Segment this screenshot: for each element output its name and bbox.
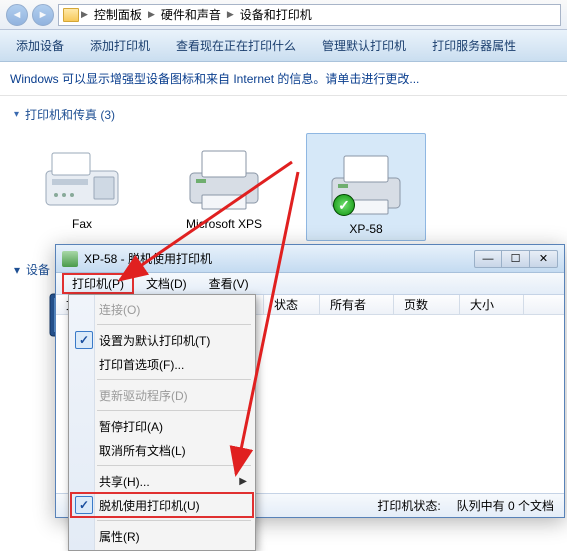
crumb-devices-printers[interactable]: 设备和打印机 — [236, 5, 316, 25]
maximize-button[interactable]: ☐ — [502, 250, 530, 268]
col-owner[interactable]: 所有者 — [320, 295, 394, 314]
cmd-add-device[interactable]: 添加设备 — [16, 37, 64, 54]
menu-pause[interactable]: 暂停打印(A) — [71, 414, 253, 438]
folder-icon — [63, 8, 79, 22]
menu-bar: 打印机(P) 文档(D) 查看(V) — [56, 273, 564, 295]
fax-icon — [40, 143, 124, 213]
collapse-icon: ▾ — [14, 263, 20, 277]
window-titlebar[interactable]: XP-58 - 脱机使用打印机 ― ☐ ✕ — [56, 245, 564, 273]
device-label: XP-58 — [307, 222, 425, 236]
breadcrumb[interactable]: ▶ 控制面板 ▶ 硬件和声音 ▶ 设备和打印机 — [58, 4, 561, 26]
explorer-navbar: ◄ ► ▶ 控制面板 ▶ 硬件和声音 ▶ 设备和打印机 — [0, 0, 567, 30]
cmd-print-server-props[interactable]: 打印服务器属性 — [432, 37, 516, 54]
collapse-icon: ▾ — [14, 109, 19, 120]
menu-update-driver: 更新驱动程序(D) — [71, 383, 253, 407]
chevron-icon: ▶ — [148, 9, 155, 20]
menu-set-default[interactable]: ✓ 设置为默认打印机(T) — [71, 328, 253, 352]
col-status[interactable]: 状态 — [264, 295, 320, 314]
window-title: XP-58 - 脱机使用打印机 — [84, 250, 468, 267]
menu-view[interactable]: 查看(V) — [199, 273, 259, 294]
section-title: 打印机和传真 (3) — [25, 106, 115, 123]
device-xp58[interactable]: ✓ XP-58 — [306, 133, 426, 241]
device-label: Fax — [22, 217, 142, 231]
col-pages[interactable]: 页数 — [394, 295, 460, 314]
device-label: Microsoft XPS — [164, 217, 284, 231]
command-bar: 添加设备 添加打印机 查看现在正在打印什么 管理默认打印机 打印服务器属性 — [0, 30, 567, 62]
section-title: 设备 — [26, 261, 50, 278]
printer-dropdown-menu: 连接(O) ✓ 设置为默认打印机(T) 打印首选项(F)... 更新驱动程序(D… — [68, 294, 256, 551]
menu-share[interactable]: 共享(H)... ▶ — [71, 469, 253, 493]
cmd-see-printing[interactable]: 查看现在正在打印什么 — [176, 37, 296, 54]
close-button[interactable]: ✕ — [530, 250, 558, 268]
menu-use-offline[interactable]: ✓ 脱机使用打印机(U) — [71, 493, 253, 517]
menu-cancel-all[interactable]: 取消所有文档(L) — [71, 438, 253, 462]
menu-connect: 连接(O) — [71, 297, 253, 321]
section-printers-fax[interactable]: ▾ 打印机和传真 (3) — [0, 96, 567, 127]
chevron-icon: ▶ — [81, 9, 88, 20]
chevron-icon: ▶ — [227, 9, 234, 20]
menu-separator — [97, 379, 251, 380]
menu-document[interactable]: 文档(D) — [136, 273, 197, 294]
menu-separator — [97, 324, 251, 325]
info-text: Windows 可以显示增强型设备图标和来自 Internet 的信息。请单击进… — [10, 72, 419, 86]
menu-print-prefs[interactable]: 打印首选项(F)... — [71, 352, 253, 376]
device-fax[interactable]: Fax — [22, 133, 142, 241]
info-bar[interactable]: Windows 可以显示增强型设备图标和来自 Internet 的信息。请单击进… — [0, 62, 567, 96]
forward-button[interactable]: ► — [32, 4, 54, 26]
check-icon: ✓ — [75, 496, 93, 514]
menu-separator — [97, 465, 251, 466]
menu-label: 共享(H)... — [99, 473, 150, 490]
default-check-icon: ✓ — [333, 194, 355, 216]
back-button[interactable]: ◄ — [6, 4, 28, 26]
check-icon: ✓ — [75, 331, 93, 349]
status-label: 打印机状态: — [377, 497, 440, 514]
menu-printer[interactable]: 打印机(P) — [62, 273, 134, 294]
printer-icon — [182, 143, 266, 213]
minimize-button[interactable]: ― — [474, 250, 502, 268]
crumb-control-panel[interactable]: 控制面板 — [90, 5, 146, 25]
menu-separator — [97, 520, 251, 521]
menu-label: 脱机使用打印机(U) — [99, 497, 200, 514]
menu-properties[interactable]: 属性(R) — [71, 524, 253, 548]
submenu-arrow-icon: ▶ — [239, 476, 247, 487]
crumb-hardware-sound[interactable]: 硬件和声音 — [157, 5, 225, 25]
menu-label: 设置为默认打印机(T) — [99, 332, 210, 349]
printer-small-icon — [62, 251, 78, 267]
device-microsoft-xps[interactable]: Microsoft XPS — [164, 133, 284, 241]
col-size[interactable]: 大小 — [460, 295, 524, 314]
menu-separator — [97, 410, 251, 411]
device-list: Fax Microsoft XPS ✓ XP-58 — [0, 127, 567, 251]
status-value: 队列中有 0 个文档 — [457, 497, 554, 514]
cmd-add-printer[interactable]: 添加打印机 — [90, 37, 150, 54]
cmd-manage-default[interactable]: 管理默认打印机 — [322, 37, 406, 54]
